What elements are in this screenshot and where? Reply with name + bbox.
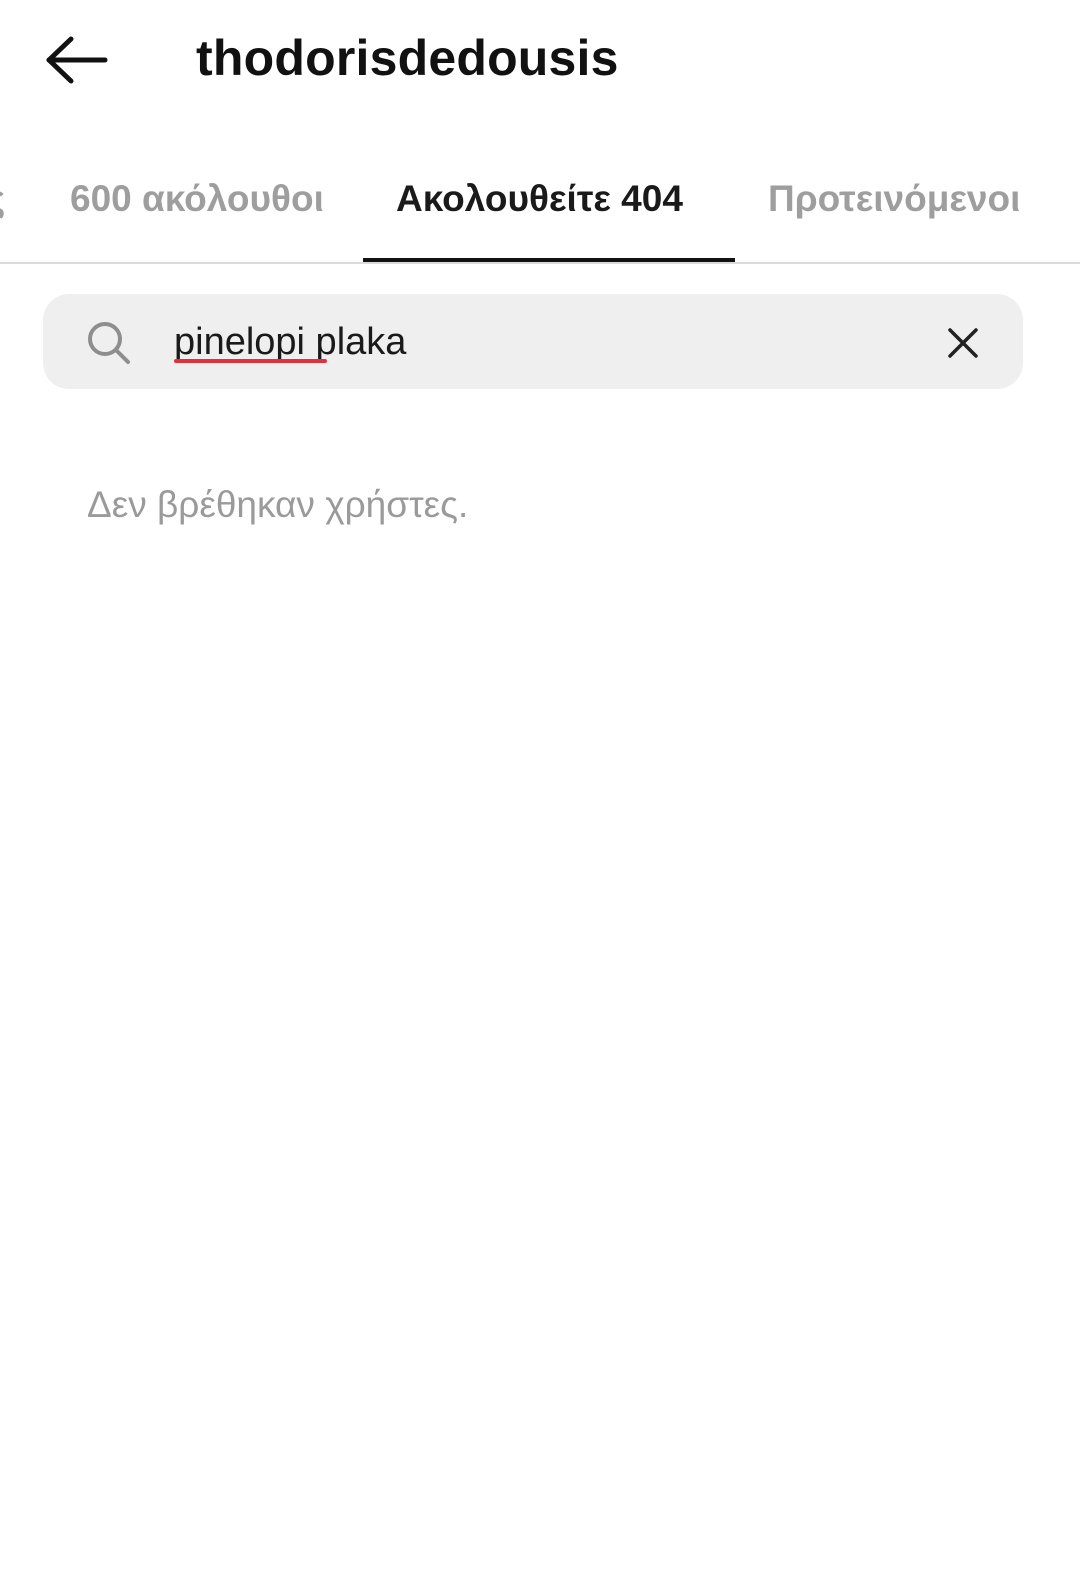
active-tab-indicator bbox=[363, 258, 735, 262]
profile-username: thodorisdedousis bbox=[196, 30, 619, 86]
spellcheck-underline bbox=[174, 359, 327, 363]
tab-suggested[interactable]: Προτεινόμενοι bbox=[768, 174, 1020, 224]
top-bar: thodorisdedousis bbox=[0, 0, 1080, 120]
tab-followers[interactable]: 600 ακόλουθοι bbox=[70, 174, 324, 224]
following-list-screen: thodorisdedousis ς 600 ακόλουθοι Ακολουθ… bbox=[0, 0, 1080, 1588]
tab-bar: ς 600 ακόλουθοι Ακολουθείτε 404 Προτεινό… bbox=[0, 160, 1080, 264]
search-icon bbox=[88, 322, 130, 364]
arrow-left-icon bbox=[46, 36, 108, 84]
back-button[interactable] bbox=[40, 28, 112, 92]
tab-previous-partial[interactable]: ς bbox=[0, 174, 5, 224]
clear-search-button[interactable] bbox=[938, 318, 988, 368]
close-icon bbox=[948, 328, 978, 358]
no-results-message: Δεν βρέθηκαν χρήστες. bbox=[87, 484, 469, 525]
tab-following[interactable]: Ακολουθείτε 404 bbox=[396, 174, 683, 224]
